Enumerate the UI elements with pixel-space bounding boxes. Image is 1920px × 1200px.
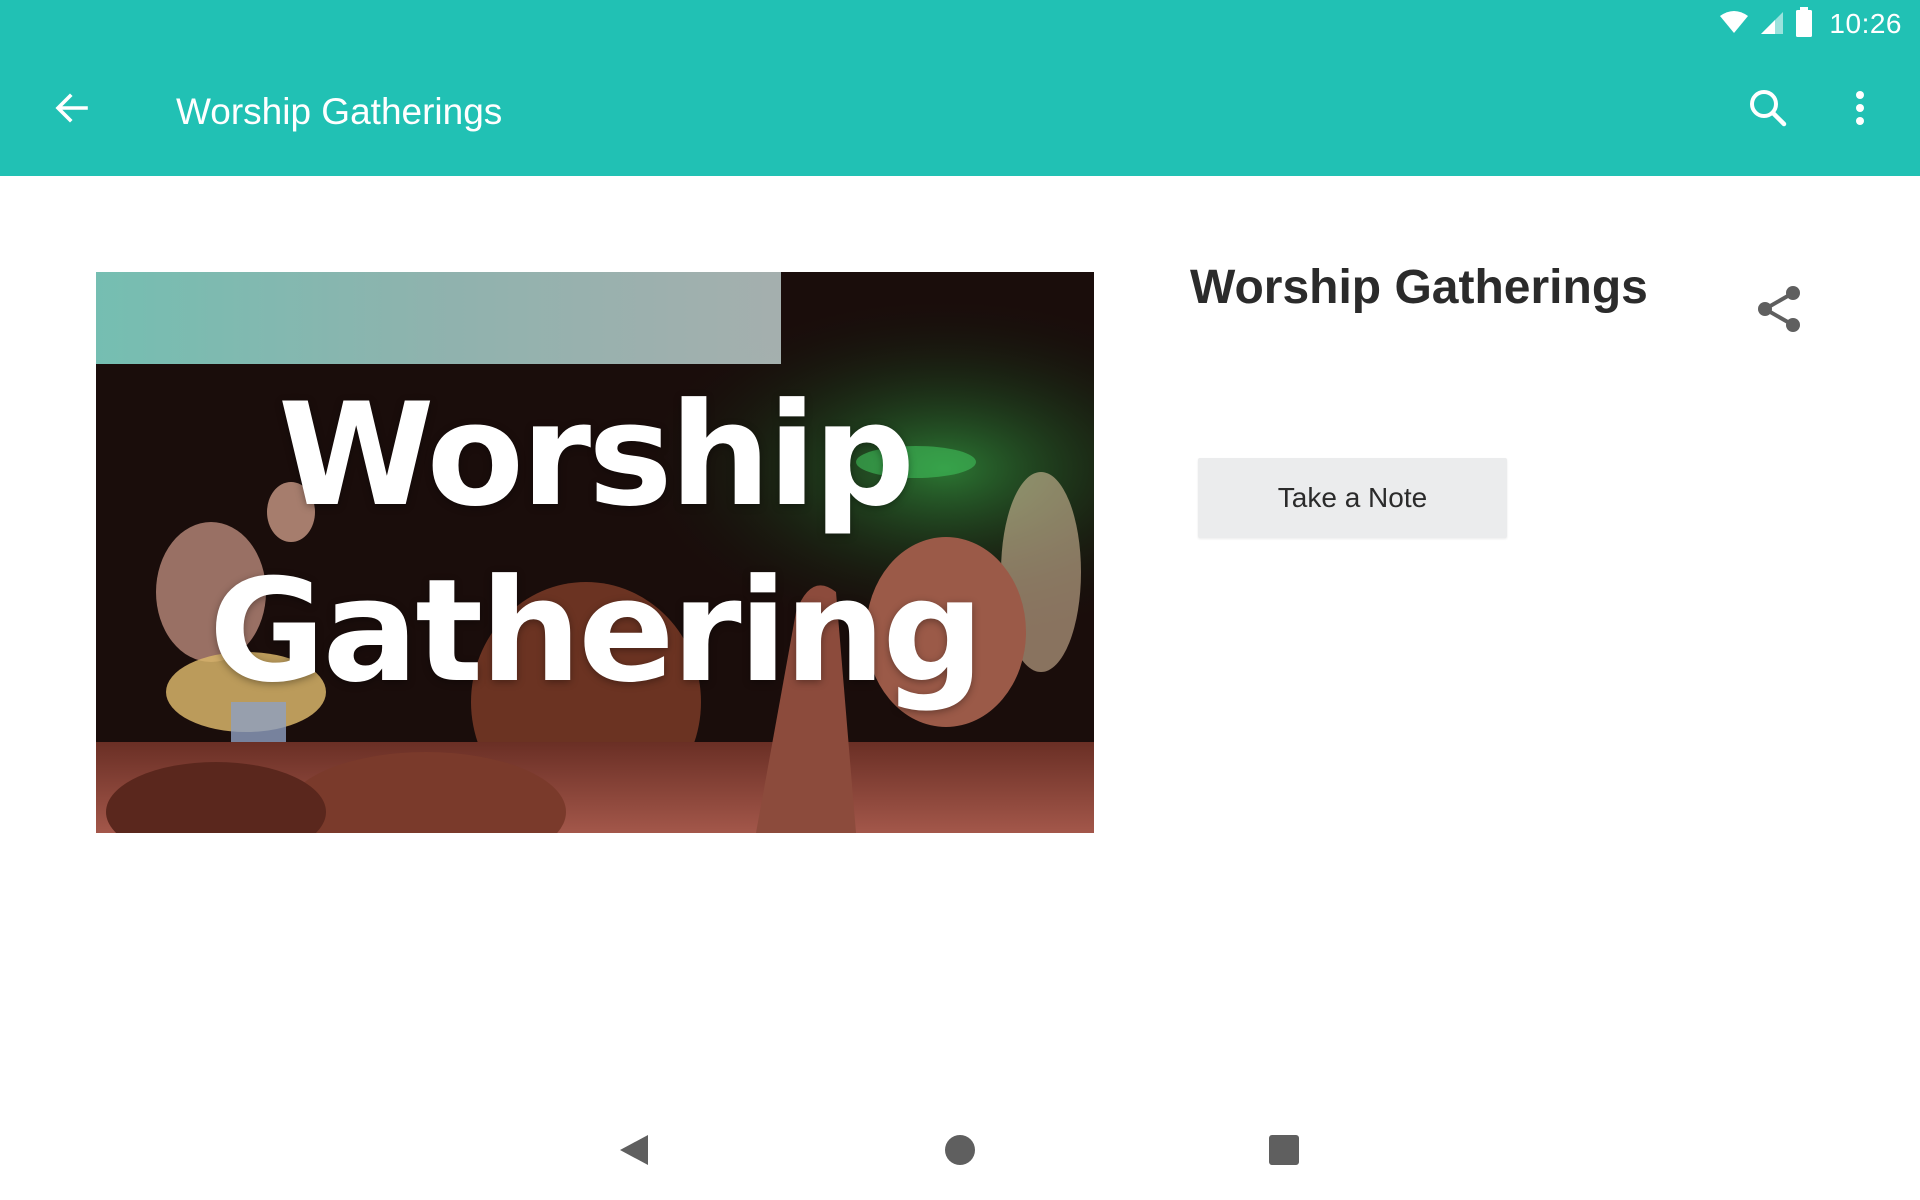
take-a-note-button[interactable]: Take a Note [1198, 458, 1507, 538]
back-button[interactable] [32, 70, 112, 150]
nav-back-icon [616, 1132, 652, 1173]
wifi-icon [1719, 10, 1749, 39]
search-icon [1747, 87, 1789, 134]
share-icon [1753, 283, 1805, 340]
toolbar-title: Worship Gatherings [176, 91, 503, 132]
share-button[interactable] [1744, 276, 1814, 346]
status-icons: 10:26 [1719, 6, 1902, 42]
more-vert-icon [1854, 90, 1866, 131]
app-bar: 10:26 Worship Gatherings [0, 0, 1920, 176]
page-title: Worship Gatherings [1190, 261, 1648, 314]
search-button[interactable] [1728, 70, 1808, 150]
nav-back-button[interactable] [602, 1120, 666, 1184]
navigation-bar [0, 1104, 1920, 1200]
app-screen: 10:26 Worship Gatherings Worship Gatheri… [0, 0, 1920, 1200]
nav-home-icon [943, 1133, 977, 1172]
nav-recents-icon [1268, 1134, 1300, 1171]
hero-image: Worship Gathering [96, 272, 1094, 833]
toolbar: Worship Gatherings [0, 48, 1920, 176]
nav-recents-button[interactable] [1252, 1120, 1316, 1184]
arrow-left-icon [52, 88, 92, 133]
nav-home-button[interactable] [928, 1120, 992, 1184]
more-options-button[interactable] [1820, 70, 1900, 150]
battery-icon [1795, 6, 1813, 42]
status-time: 10:26 [1829, 8, 1902, 39]
cell-signal-icon [1759, 9, 1785, 40]
hero-caption: Worship Gathering [208, 373, 984, 714]
status-bar: 10:26 [0, 0, 1920, 48]
